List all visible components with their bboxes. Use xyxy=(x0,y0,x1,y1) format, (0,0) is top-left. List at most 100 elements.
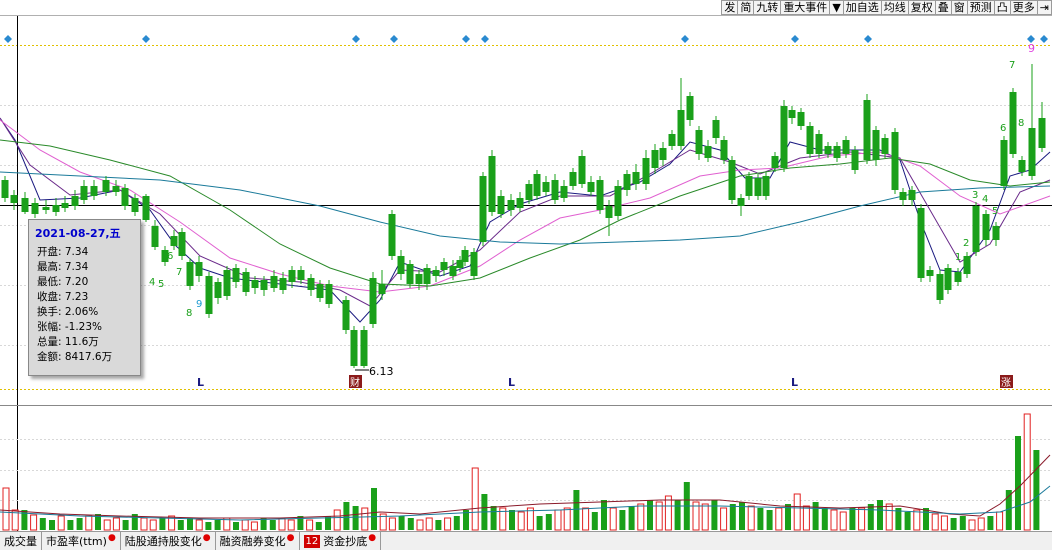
volume-bar-up xyxy=(885,503,893,531)
candle-body-down xyxy=(232,268,240,282)
volume-bar-up xyxy=(839,511,847,531)
tab-pe-ttm[interactable]: 市盈率(ttm) ● xyxy=(42,532,121,550)
candle-body-down xyxy=(872,130,880,160)
toolbar-button-nine-turn[interactable]: 九转 xyxy=(753,0,781,15)
volume-bar-down xyxy=(1033,450,1040,530)
volume-bar-down xyxy=(812,502,819,530)
volume-bar-down xyxy=(49,520,55,530)
nine-turn-label: 5 xyxy=(992,206,998,217)
toolbar-button-window[interactable]: 窗 xyxy=(950,0,967,15)
candle-body-down xyxy=(695,130,703,154)
volume-bar-up xyxy=(388,517,396,531)
volume-bar-down xyxy=(536,516,543,530)
volume-bar-down xyxy=(509,510,515,530)
candle-body-down xyxy=(1,180,9,198)
tab-bottom-fishing[interactable]: 12 资金抄底 ● xyxy=(300,532,382,550)
nine-turn-label: 7 xyxy=(176,267,182,278)
new-dot-icon: ● xyxy=(286,532,295,543)
volume-bar-down xyxy=(315,522,322,530)
tab-northbound-holding[interactable]: 陆股通持股变化 ● xyxy=(121,532,216,550)
candle-body-down xyxy=(497,196,505,214)
candle-body-down xyxy=(797,112,805,126)
candle-body-down xyxy=(406,264,414,284)
candle-body-down xyxy=(102,180,110,192)
volume-bar-down xyxy=(177,520,184,530)
toolbar-button-fa[interactable]: 发 xyxy=(721,0,738,15)
volume-bar-down xyxy=(122,520,129,530)
tab-volume[interactable]: 成交量 xyxy=(0,532,42,550)
toolbar-button-add-watchlist[interactable]: 加自选 xyxy=(842,0,881,15)
toolbar-button-adjust[interactable]: 复权 xyxy=(907,0,935,15)
candle-body-down xyxy=(342,300,350,330)
toolbar-button-major-events[interactable]: 重大事件 xyxy=(780,0,830,15)
kline-chart[interactable]: 4 56789123 45678 6.13 9 L L L 财 涨 xyxy=(0,0,1052,531)
indicator-tabs: 成交量 市盈率(ttm) ● 陆股通持股变化 ● 融资融券变化 ● 12 资金抄底 ● xyxy=(0,531,1052,550)
volume-bar-down xyxy=(757,508,764,530)
volume-bar-down xyxy=(39,518,46,530)
toolbar-button-convex[interactable]: 凸 xyxy=(993,0,1010,15)
limit-up-tag[interactable]: 涨 xyxy=(1001,377,1011,389)
chevron-down-icon[interactable]: ▼ xyxy=(829,0,843,15)
candle-body-down xyxy=(242,272,250,292)
nine-turn-label: 1 xyxy=(955,252,961,263)
candle-body-down xyxy=(936,274,944,300)
candle-body-down xyxy=(488,156,496,212)
marker-L-3: L xyxy=(791,376,798,389)
candle-body-down xyxy=(704,146,712,158)
event-diamond-icon xyxy=(462,35,470,43)
collapse-panel-icon[interactable]: ⇥ xyxy=(1036,0,1052,15)
candle-body-down xyxy=(917,208,925,278)
event-diamond-icon xyxy=(390,35,398,43)
candle-body-down xyxy=(833,146,841,158)
candle-body-down xyxy=(623,174,631,190)
candle-body-down xyxy=(632,172,640,184)
candle-body-down xyxy=(891,132,899,190)
tab-margin-trading[interactable]: 融资融券变化 ● xyxy=(216,532,300,550)
candle-body-down xyxy=(1038,118,1046,148)
candle-body-down xyxy=(112,186,120,192)
nine-turn-label-blue: 9 xyxy=(196,299,202,310)
volume-ma-lines xyxy=(0,454,1051,521)
candle-body-down xyxy=(1018,160,1026,172)
candle-body-down xyxy=(569,172,577,186)
candle-body-down xyxy=(178,232,186,256)
financial-report-tag[interactable]: 财 xyxy=(350,376,360,389)
nine-turn-label: 5 xyxy=(158,279,164,290)
volume-bar-down xyxy=(766,510,773,530)
toolbar-button-overlay[interactable]: 叠 xyxy=(934,0,951,15)
volume-bar-down xyxy=(601,500,607,530)
candle-body-down xyxy=(551,180,559,200)
candle-body-down xyxy=(142,196,150,220)
volume-bar-down xyxy=(76,518,83,530)
candle-body-down xyxy=(1000,140,1008,186)
volume-bar-up xyxy=(582,507,590,531)
volume-bar-up xyxy=(416,519,424,531)
volume-bar-down xyxy=(849,508,856,530)
candlesticks xyxy=(1,64,1046,368)
candle-body-down xyxy=(642,158,650,184)
volume-bar-up xyxy=(802,505,810,531)
candle-body-down xyxy=(963,256,971,274)
toolbar-button-forecast[interactable]: 预测 xyxy=(966,0,994,15)
toolbar-button-ma[interactable]: 均线 xyxy=(880,0,908,15)
volume-bar-down xyxy=(490,506,497,530)
candle-body-down xyxy=(214,282,222,298)
volume-bar-down xyxy=(619,510,626,530)
volume-bar-down xyxy=(1015,436,1021,530)
toolbar-button-jian[interactable]: 简 xyxy=(737,0,754,15)
candle-body-down xyxy=(186,262,194,286)
tab-northbound-holding-label: 陆股通持股变化 xyxy=(124,534,202,548)
volume-bar-up xyxy=(793,493,801,531)
volume-bar-down xyxy=(904,512,911,530)
volume-bar-up xyxy=(931,513,939,531)
new-dot-icon: ● xyxy=(368,532,377,543)
volume-bar-up xyxy=(563,507,571,531)
toolbar-button-more[interactable]: 更多 xyxy=(1009,0,1037,15)
candle-body-down xyxy=(423,268,431,284)
tab-bottom-fishing-badge: 12 xyxy=(303,534,321,548)
volume-bar-down xyxy=(877,500,883,530)
volume-bar-up xyxy=(333,509,341,531)
volume-bar-up xyxy=(195,519,203,531)
volume-bar-up xyxy=(112,517,120,531)
candle-body-down xyxy=(762,176,770,196)
